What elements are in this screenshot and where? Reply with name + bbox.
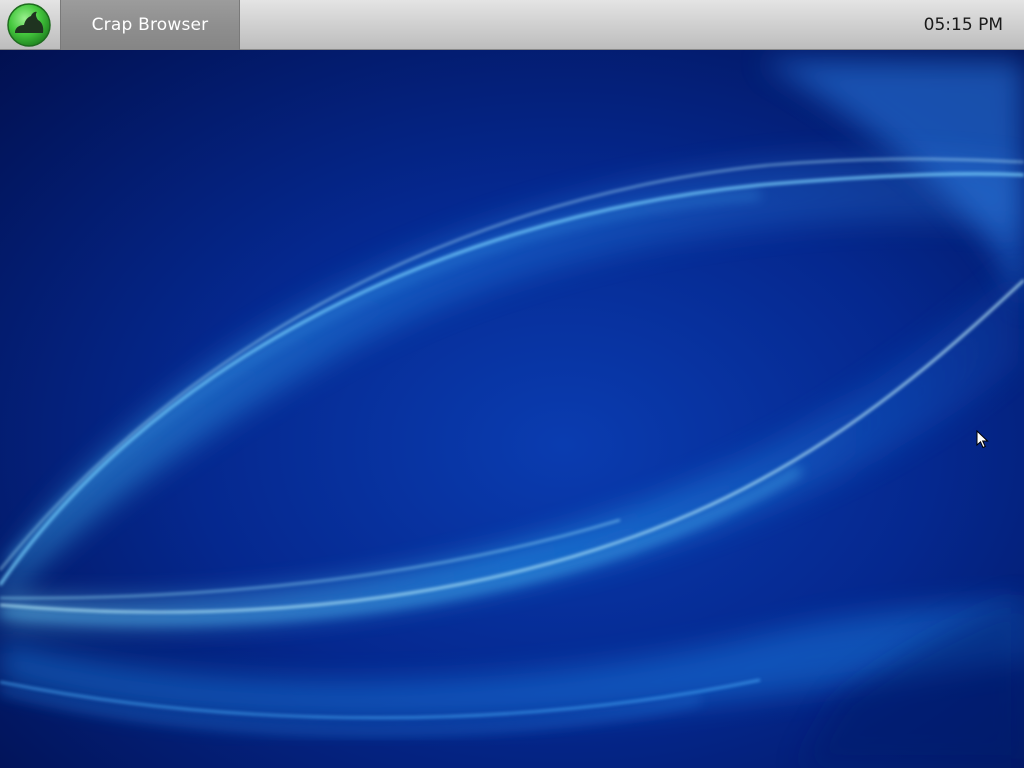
screen: Crap Browser 05:15 PM [0, 0, 1024, 768]
wallpaper-image [0, 50, 1024, 768]
green-blob-logo-icon [7, 3, 51, 47]
taskbar-item-label: Crap Browser [91, 15, 209, 35]
start-menu-button[interactable] [0, 0, 58, 50]
clock: 05:15 PM [923, 15, 1003, 35]
taskbar-item-crap-browser[interactable]: Crap Browser [60, 0, 240, 50]
desktop[interactable] [0, 50, 1024, 768]
taskbar: Crap Browser 05:15 PM [0, 0, 1024, 50]
arrow-pointer-icon [976, 430, 989, 449]
